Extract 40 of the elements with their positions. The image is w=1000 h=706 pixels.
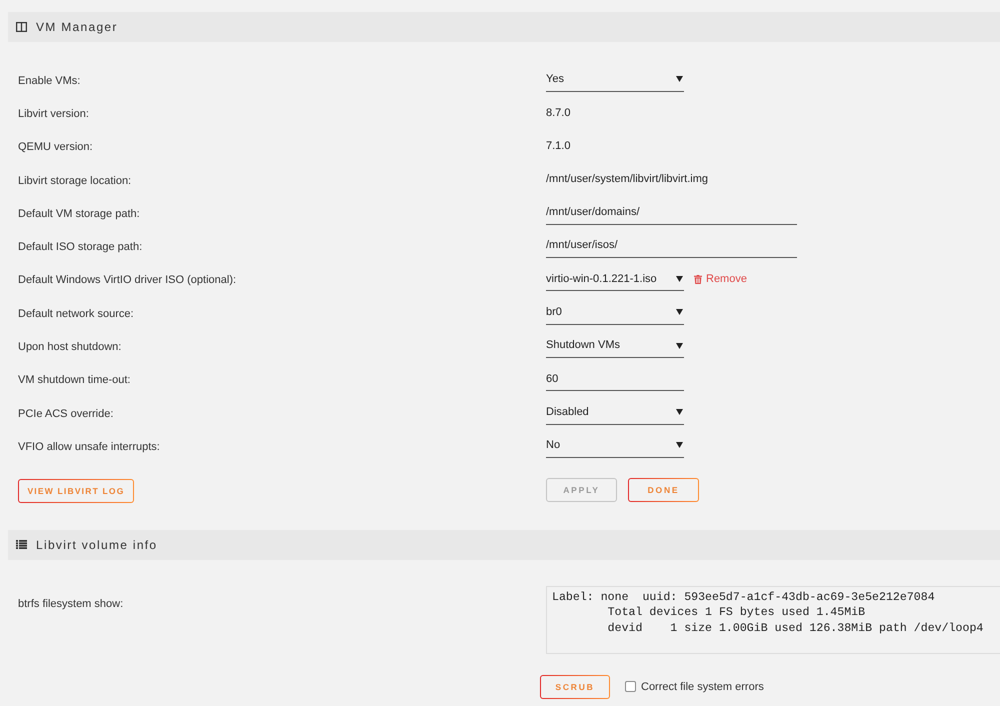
setting-value: 7.1.0 (546, 138, 570, 154)
setting-label: VM shutdown time-out: (18, 374, 130, 386)
setting-label: VFIO allow unsafe interrupts: (18, 440, 160, 453)
path-input[interactable]: /mnt/user/isos/ (546, 234, 797, 258)
caret-icon (676, 409, 683, 416)
caret-icon (676, 76, 683, 82)
number-input[interactable]: 60 (546, 367, 684, 392)
checkbox-label: Correct file system errors (641, 680, 764, 695)
setting-label: Default network source: (18, 308, 134, 320)
caret-icon (676, 442, 683, 448)
select-field[interactable]: br0 (546, 300, 684, 325)
setting-label: Default Windows VirtIO driver ISO (optional): (18, 274, 236, 286)
path-input[interactable]: /mnt/user/domains/ (546, 200, 797, 225)
select-field[interactable]: Disabled (546, 400, 684, 425)
setting-label: Upon host shutdown: (18, 341, 122, 354)
setting-value: 8.7.0 (546, 106, 570, 121)
setting-label: Libvirt storage location: (18, 174, 132, 187)
section-title: Libvirt volume info (36, 536, 158, 554)
caret-icon (676, 342, 683, 349)
setting-label: Default ISO storage path: (18, 241, 142, 254)
trash-icon (694, 274, 702, 284)
remove-link[interactable]: Remove (694, 271, 747, 288)
setting-label: Enable VMs: (18, 74, 80, 87)
setting-label: QEMU version: (18, 141, 93, 154)
section-title: VM Manager (36, 19, 118, 36)
setting-label: Libvirt version: (18, 108, 89, 120)
setting-label: btrfs filesystem show: (18, 598, 124, 610)
setting-label: Default VM storage path: (18, 208, 140, 220)
caret-icon (676, 309, 683, 316)
list-icon (16, 540, 27, 550)
select-field[interactable]: Shutdown VMs (546, 334, 684, 358)
setting-label: PCIe ACS override: (18, 408, 114, 420)
caret-icon (676, 276, 683, 282)
select-field[interactable]: No (546, 434, 684, 458)
setting-value: /mnt/user/system/libvirt/libvirt.img (546, 172, 708, 188)
select-field[interactable]: Yes (546, 68, 684, 92)
columns-icon (16, 22, 27, 32)
command-output: Label: none uuid: 593ee5d7-a1cf-43db-ac69-3e5e212e7084 Total devices 1 FS bytes used 1.45MiB devid 1 size 1.00GiB used 126.38MiB path /dev/loop4 (546, 586, 1000, 654)
select-field[interactable]: virtio-win-0.1.221-1.iso (546, 267, 684, 292)
checkbox[interactable] (625, 681, 636, 692)
